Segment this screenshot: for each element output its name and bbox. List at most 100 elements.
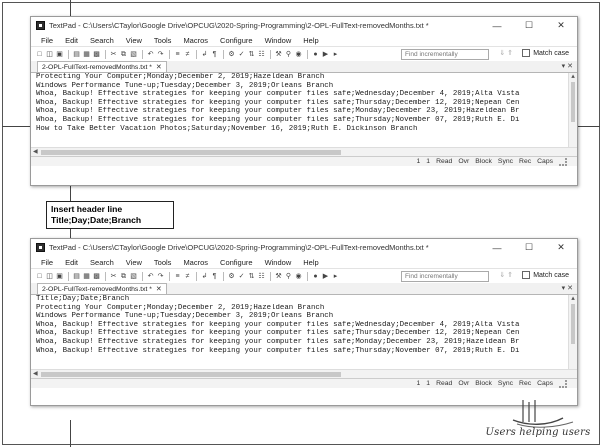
copy-icon[interactable]: ⧉ <box>119 272 128 281</box>
scroll-left-icon[interactable]: ◀ <box>33 370 38 379</box>
tab-close-icon[interactable]: ✕ <box>156 63 162 71</box>
undo-icon[interactable]: ↶ <box>146 50 155 59</box>
tool-icon[interactable]: ⚒ <box>274 50 283 59</box>
save-icon[interactable]: ▣ <box>55 50 64 59</box>
search-files-icon[interactable]: ⚲ <box>284 50 293 59</box>
menu-macros[interactable]: Macros <box>177 258 214 267</box>
horizontal-scrollbar[interactable]: ◀ <box>31 369 577 378</box>
maximize-icon[interactable]: ☐ <box>513 20 545 31</box>
sort-icon[interactable]: ⇅ <box>247 50 256 59</box>
editor-line[interactable]: Whoa, Backup! Effective strategies for k… <box>31 338 577 347</box>
toolbar-dropdown-icon[interactable]: ▸ <box>331 50 340 59</box>
editor-line[interactable]: Whoa, Backup! Effective strategies for k… <box>31 107 577 116</box>
minimize-icon[interactable]: — <box>481 21 513 31</box>
menu-search[interactable]: Search <box>84 36 120 45</box>
word-wrap-icon[interactable]: ↲ <box>200 50 209 59</box>
find-arrows-icon[interactable]: ⇓ ⇑ <box>499 49 513 57</box>
editor-line[interactable]: Whoa, Backup! Effective strategies for k… <box>31 321 577 330</box>
text-editor[interactable]: Protecting Your Computer;Monday;December… <box>31 73 577 147</box>
match-case-toggle[interactable]: Match case <box>522 271 569 279</box>
menu-search[interactable]: Search <box>84 258 120 267</box>
new-file-icon[interactable]: □ <box>35 50 44 59</box>
print-preview-icon[interactable]: ▦ <box>82 272 91 281</box>
outdent-icon[interactable]: ≠ <box>183 272 192 281</box>
maximize-icon[interactable]: ☐ <box>513 242 545 253</box>
menu-help[interactable]: Help <box>297 258 324 267</box>
redo-icon[interactable]: ↷ <box>156 50 165 59</box>
menu-edit[interactable]: Edit <box>59 36 84 45</box>
outdent-icon[interactable]: ≠ <box>183 50 192 59</box>
sort-icon[interactable]: ⇅ <box>247 272 256 281</box>
editor-line[interactable]: Protecting Your Computer;Monday;December… <box>31 304 577 313</box>
paste-icon[interactable]: ▧ <box>129 50 138 59</box>
undo-icon[interactable]: ↶ <box>146 272 155 281</box>
spell-icon[interactable]: ✓ <box>237 272 246 281</box>
menu-tools[interactable]: Tools <box>148 36 178 45</box>
vertical-scroll-thumb[interactable] <box>571 82 575 122</box>
menu-macros[interactable]: Macros <box>177 36 214 45</box>
record-macro-icon[interactable]: ● <box>311 50 320 59</box>
find-arrows-icon[interactable]: ⇓ ⇑ <box>499 271 513 279</box>
resize-grip-icon[interactable] <box>559 157 567 166</box>
tab-document[interactable]: 2-OPL-FullText-removedMonths.txt * ✕ <box>37 283 167 294</box>
cut-icon[interactable]: ✂ <box>109 50 118 59</box>
scroll-up-icon[interactable]: ▲ <box>569 73 577 81</box>
editor-line[interactable]: Windows Performance Tune-up;Tuesday;Dece… <box>31 82 577 91</box>
play-macro-icon[interactable]: ▶ <box>321 50 330 59</box>
vertical-scroll-thumb[interactable] <box>571 304 575 344</box>
browser-icon[interactable]: ◉ <box>294 272 303 281</box>
indent-icon[interactable]: ≡ <box>173 272 182 281</box>
search-files-icon[interactable]: ⚲ <box>284 272 293 281</box>
save-icon[interactable]: ▣ <box>55 272 64 281</box>
open-folder-icon[interactable]: ◫ <box>45 50 54 59</box>
browser-icon[interactable]: ◉ <box>294 50 303 59</box>
menu-window[interactable]: Window <box>259 36 298 45</box>
redo-icon[interactable]: ↷ <box>156 272 165 281</box>
indent-icon[interactable]: ≡ <box>173 50 182 59</box>
paragraph-icon[interactable]: ¶ <box>210 50 219 59</box>
tab-menu-icon[interactable]: ▾ ✕ <box>562 62 573 70</box>
tab-menu-icon[interactable]: ▾ ✕ <box>562 284 573 292</box>
settings-icon[interactable]: ⚙ <box>227 50 236 59</box>
editor-line-header[interactable]: Title;Day;Date;Branch <box>31 295 577 304</box>
resize-grip-icon[interactable] <box>559 379 567 388</box>
tab-close-icon[interactable]: ✕ <box>156 285 162 293</box>
menu-file[interactable]: File <box>35 258 59 267</box>
print-icon[interactable]: ▤ <box>72 50 81 59</box>
scroll-left-icon[interactable]: ◀ <box>33 148 38 157</box>
vertical-scrollbar[interactable]: ▲ <box>568 295 577 369</box>
horizontal-scroll-thumb[interactable] <box>41 150 341 155</box>
match-case-toggle[interactable]: Match case <box>522 49 569 57</box>
menu-edit[interactable]: Edit <box>59 258 84 267</box>
tab-document[interactable]: 2-OPL-FullText-removedMonths.txt * ✕ <box>37 61 167 72</box>
spell-check-icon[interactable]: ▩ <box>92 50 101 59</box>
menu-view[interactable]: View <box>120 258 148 267</box>
editor-line[interactable]: Whoa, Backup! Effective strategies for k… <box>31 347 577 356</box>
editor-line[interactable]: How to Take Better Vacation Photos;Satur… <box>31 125 577 134</box>
menu-configure[interactable]: Configure <box>214 36 259 45</box>
menu-help[interactable]: Help <box>297 36 324 45</box>
word-wrap-icon[interactable]: ↲ <box>200 272 209 281</box>
paragraph-icon[interactable]: ¶ <box>210 272 219 281</box>
toolbar-dropdown-icon[interactable]: ▸ <box>331 272 340 281</box>
menu-configure[interactable]: Configure <box>214 258 259 267</box>
editor-line[interactable]: Windows Performance Tune-up;Tuesday;Dece… <box>31 312 577 321</box>
copy-icon[interactable]: ⧉ <box>119 50 128 59</box>
menu-file[interactable]: File <box>35 36 59 45</box>
scroll-up-icon[interactable]: ▲ <box>569 295 577 303</box>
editor-line[interactable]: Whoa, Backup! Effective strategies for k… <box>31 116 577 125</box>
find-incrementally-input[interactable]: Find incrementally <box>401 271 489 282</box>
cut-icon[interactable]: ✂ <box>109 272 118 281</box>
play-macro-icon[interactable]: ▶ <box>321 272 330 281</box>
match-case-checkbox[interactable] <box>522 49 531 57</box>
new-file-icon[interactable]: □ <box>35 272 44 281</box>
match-case-checkbox[interactable] <box>522 271 531 279</box>
horizontal-scroll-thumb[interactable] <box>41 372 341 377</box>
menu-view[interactable]: View <box>120 36 148 45</box>
menu-tools[interactable]: Tools <box>148 258 178 267</box>
settings-icon[interactable]: ⚙ <box>227 272 236 281</box>
compare-icon[interactable]: ☷ <box>257 272 266 281</box>
editor-line[interactable]: Whoa, Backup! Effective strategies for k… <box>31 329 577 338</box>
paste-icon[interactable]: ▧ <box>129 272 138 281</box>
compare-icon[interactable]: ☷ <box>257 50 266 59</box>
